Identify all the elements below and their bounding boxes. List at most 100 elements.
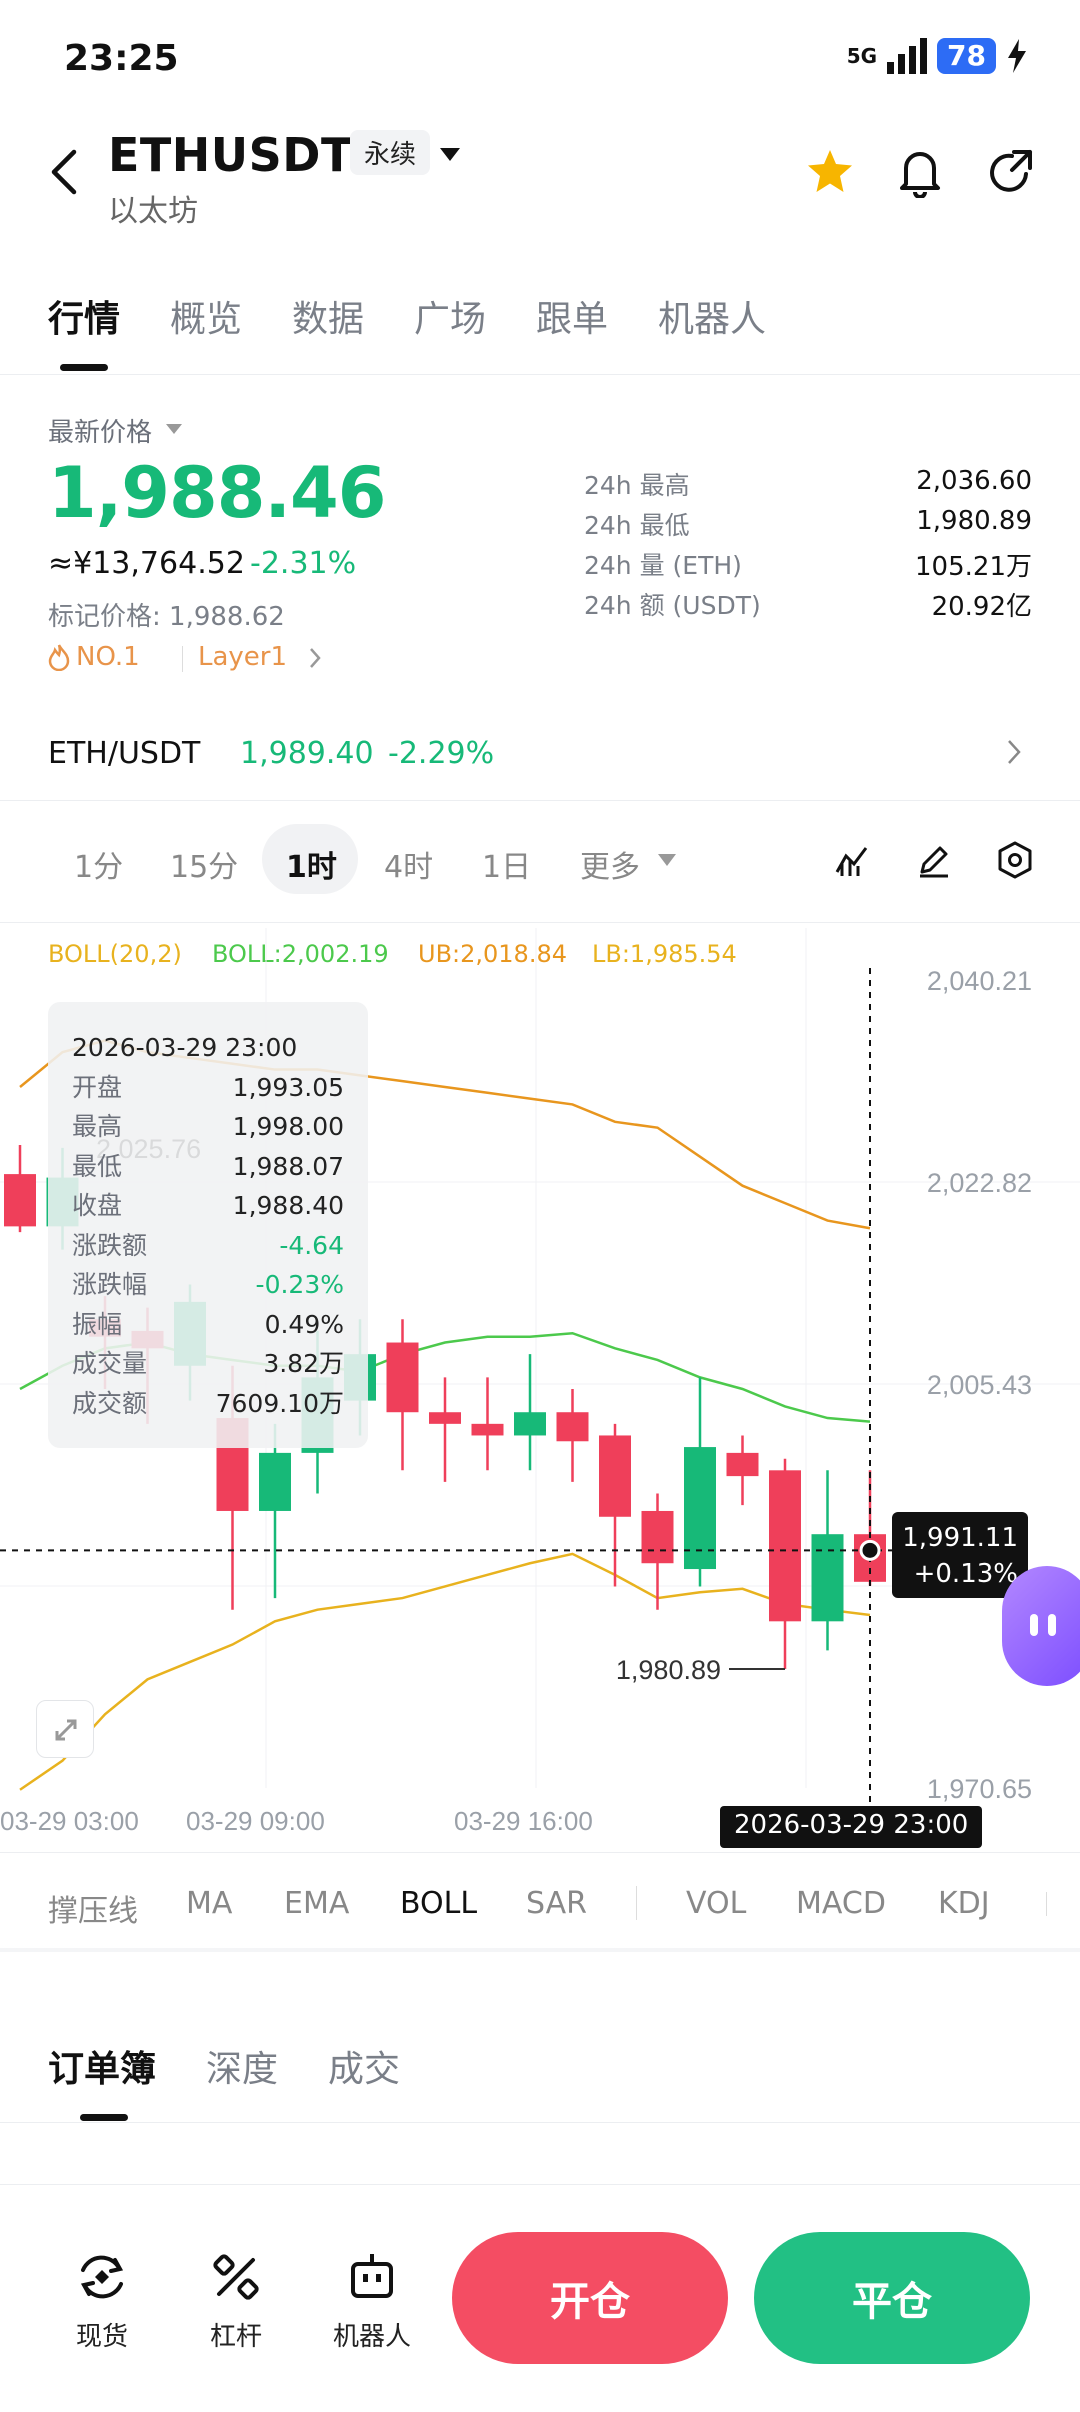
tooltip-row: 涨跌幅 -0.23% — [72, 1265, 344, 1305]
contract-type-badge[interactable]: 永续 — [350, 130, 431, 175]
indicator-ema[interactable]: EMA — [284, 1886, 349, 1921]
indicator-boll[interactable]: BOLL — [400, 1886, 477, 1921]
tab-trades[interactable]: 成交 — [328, 2040, 400, 2092]
candle-body — [514, 1412, 546, 1436]
open-position-button[interactable]: 开仓 — [452, 2232, 728, 2364]
candle-body — [4, 1174, 36, 1227]
interval-15m[interactable]: 15分 — [170, 842, 238, 886]
fullscreen-button[interactable] — [36, 1700, 94, 1758]
cursor-pct: +0.13% — [913, 1559, 1018, 1589]
tab-depth[interactable]: 深度 — [206, 2040, 278, 2092]
tab-data[interactable]: 数据 — [292, 290, 364, 342]
tooltip-row: 收盘 1,988.40 — [72, 1186, 344, 1226]
stat-value: 1,980.89 — [916, 506, 1032, 536]
rank-badge[interactable]: NO.1 — [48, 642, 140, 672]
interval-1d[interactable]: 1日 — [482, 842, 531, 886]
interval-4h[interactable]: 4时 — [384, 842, 433, 886]
tooltip-datetime: 2026-03-29 23:00 — [72, 1028, 344, 1068]
tooltip-value: 7609.10万 — [215, 1388, 344, 1418]
indicator-support-resistance[interactable]: 撑压线 — [48, 1886, 138, 1930]
tab-square[interactable]: 广场 — [414, 290, 486, 342]
nav-margin[interactable]: 杠杆 — [186, 2246, 286, 2353]
caret-down-icon[interactable] — [166, 424, 182, 434]
nav-spot-label: 现货 — [75, 2322, 128, 2352]
chevron-right-icon[interactable] — [1006, 738, 1022, 766]
spot-pair: ETH/USDT — [48, 736, 201, 771]
share-icon[interactable] — [986, 148, 1034, 196]
nav-margin-label: 杠杆 — [209, 2322, 262, 2352]
indicator-macd[interactable]: MACD — [796, 1886, 886, 1921]
robot-icon — [351, 2254, 393, 2298]
latest-price-label[interactable]: 最新价格 — [48, 412, 152, 449]
y-tick-label: 2,022.82 — [927, 1168, 1032, 1198]
spot-price: 1,989.40 — [240, 736, 374, 771]
cursor-time-tag: 2026-03-29 23:00 — [720, 1806, 983, 1848]
tab-market[interactable]: 行情 — [48, 290, 120, 342]
tooltip-value: 1,993.05 — [232, 1072, 344, 1102]
tab-order-book[interactable]: 订单簿 — [48, 2040, 156, 2092]
x-tick-label: 03-29 16:00 — [454, 1806, 593, 1836]
favorite-star-icon[interactable] — [806, 148, 854, 194]
divider — [0, 1948, 1080, 1952]
nav-bots-label: 机器人 — [332, 2322, 411, 2352]
indicator-vol[interactable]: VOL — [686, 1886, 746, 1921]
candle-body — [641, 1510, 674, 1564]
x-tick-label: 03-29 09:00 — [186, 1806, 325, 1836]
stat-value: 2,036.60 — [916, 466, 1032, 496]
tooltip-value: 0.49% — [264, 1309, 344, 1339]
indicator-kdj[interactable]: KDJ — [938, 1886, 990, 1921]
interval-1m[interactable]: 1分 — [74, 842, 123, 886]
spot-change: -2.29% — [388, 736, 495, 771]
expand-icon — [55, 1719, 77, 1741]
candle-tooltip: 2026-03-29 23:00 开盘 1,993.05 最高 1,998.00 最… — [48, 1002, 368, 1448]
tooltip-key: 开盘 — [72, 1072, 123, 1102]
close-position-button[interactable]: 平仓 — [754, 2232, 1030, 2364]
stat-value: 105.21万 — [915, 552, 1032, 582]
tooltip-value: 1,988.07 — [232, 1151, 344, 1181]
mark-price: 标记价格: 1,988.62 — [48, 602, 285, 632]
back-icon[interactable] — [44, 148, 84, 196]
candle-body — [259, 1452, 291, 1511]
divider — [0, 2122, 1080, 2123]
floating-assistant-button[interactable] — [1002, 1566, 1080, 1686]
candle-body — [811, 1534, 844, 1622]
spot-icon — [80, 2255, 124, 2299]
tab-overview[interactable]: 概览 — [170, 290, 242, 342]
divider — [0, 800, 1080, 801]
status-icons: 5G 78 — [847, 38, 1028, 74]
network-label: 5G — [846, 44, 878, 68]
indicator-sar[interactable]: SAR — [526, 1886, 587, 1921]
battery-level: 78 — [937, 38, 996, 74]
tooltip-row: 开盘 1,993.05 — [72, 1068, 344, 1108]
nav-bots[interactable]: 机器人 — [322, 2246, 422, 2353]
stat-label: 24h 额 (USDT) — [584, 591, 761, 620]
tab-bots[interactable]: 机器人 — [658, 290, 766, 342]
tooltip-value: 1,998.00 — [232, 1112, 344, 1141]
tooltip-value: 3.82万 — [263, 1349, 344, 1378]
caret-down-icon[interactable] — [658, 854, 676, 866]
tab-copy-trading[interactable]: 跟单 — [536, 290, 608, 342]
active-tab-indicator — [80, 2114, 128, 2121]
interval-1h[interactable]: 1时 — [286, 842, 337, 886]
draw-pen-icon[interactable] — [916, 842, 952, 878]
candle-body — [599, 1435, 631, 1517]
tooltip-value: -4.64 — [279, 1230, 344, 1260]
candle-body — [769, 1470, 801, 1622]
chevron-right-icon[interactable] — [308, 646, 322, 670]
indicator-ma[interactable]: MA — [186, 1886, 232, 1921]
settings-icon[interactable] — [996, 840, 1034, 880]
pair-title: ETHUSDT — [108, 128, 353, 182]
category-tag[interactable]: Layer1 — [198, 642, 287, 672]
tooltip-value: 1,988.40 — [232, 1191, 344, 1220]
candle-body — [429, 1412, 461, 1424]
crosshair-dot — [859, 1539, 881, 1561]
indicator-icon[interactable] — [834, 842, 870, 878]
tooltip-datetime-value: 2026-03-29 23:00 — [72, 1033, 298, 1062]
bell-icon[interactable] — [896, 146, 944, 198]
tooltip-row: 最高 1,998.00 — [72, 1107, 344, 1147]
tooltip-row: 涨跌额 -4.64 — [72, 1226, 344, 1266]
caret-down-icon[interactable] — [440, 148, 460, 161]
interval-more[interactable]: 更多 — [580, 842, 640, 886]
nav-spot[interactable]: 现货 — [52, 2246, 152, 2353]
charging-icon — [1008, 39, 1026, 73]
